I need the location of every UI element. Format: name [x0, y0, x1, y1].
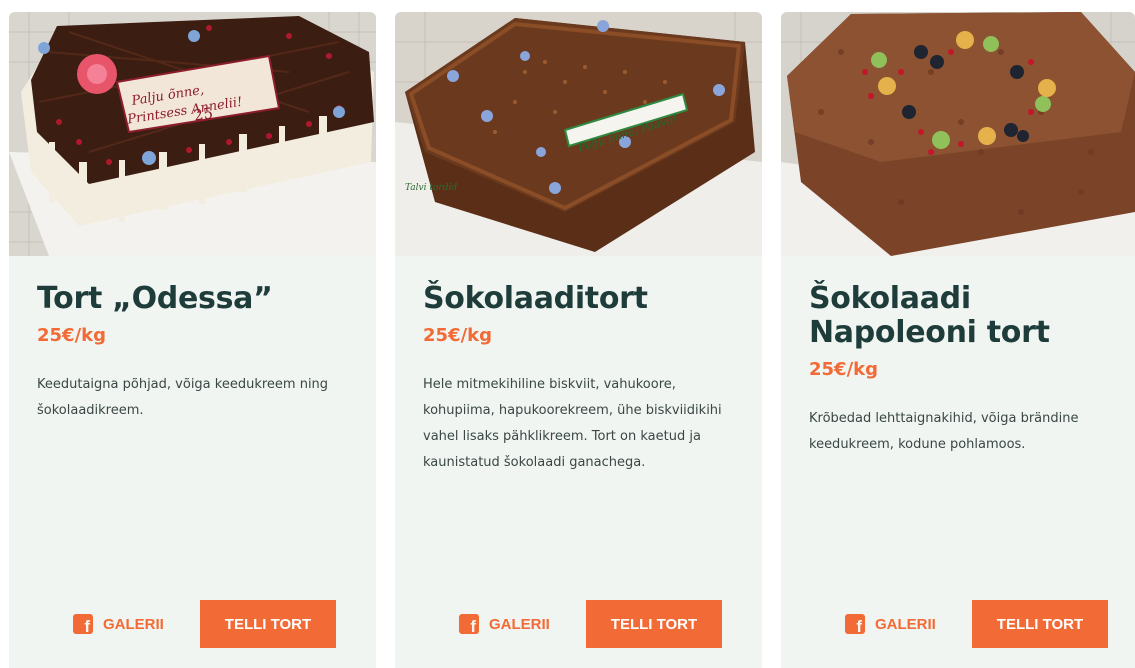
cake-description: Keedutaigna põhjad, võiga keedukreem nin… [37, 377, 329, 418]
cake-title: Šokolaadi Napoleoni tort [809, 281, 1050, 350]
cake-photo: Palju õnne, Paavo! Talvi tordid [395, 12, 762, 256]
cake-photo: Palju õnne, Printsess Annelii! 25 [9, 12, 376, 256]
card-body: Šokolaadi Napoleoni tort 25€/kg Krõbedad… [809, 282, 1115, 458]
card-actions: f GALERII TELLI TORT [781, 600, 1135, 648]
cake-price: 25€/kg [809, 359, 879, 380]
gallery-label: GALERII [103, 615, 164, 633]
cake-card: Palju õnne, Printsess Annelii! 25 Tort „… [9, 12, 376, 668]
order-cake-button[interactable]: TELLI TORT [200, 600, 336, 648]
facebook-icon: f [73, 614, 93, 635]
gallery-link[interactable]: f GALERII [73, 612, 164, 636]
cake-card: Palju õnne, Paavo! Talvi tordid Šokolaad… [395, 12, 762, 668]
card-body: Šokolaaditort 25€/kg Hele mitmekihiline … [423, 282, 742, 476]
order-cake-button[interactable]: TELLI TORT [586, 600, 722, 648]
card-body: Tort „Odessa” 25€/kg Keedutaigna põhjad,… [37, 282, 356, 424]
cake-title: Šokolaaditort [423, 281, 648, 316]
cake-description: Krõbedad lehttaignakihid, võiga brändine… [809, 411, 1079, 452]
cake-price: 25€/kg [37, 325, 107, 346]
cake-card-list: Palju õnne, Printsess Annelii! 25 Tort „… [0, 0, 1135, 668]
facebook-icon: f [845, 614, 865, 635]
photo-watermark: Talvi tordid [405, 183, 457, 193]
cake-photo [781, 12, 1135, 256]
gallery-label: GALERII [489, 615, 550, 633]
photo-cake-text-3: 25 [192, 104, 214, 125]
card-actions: f GALERII TELLI TORT [9, 600, 376, 648]
gallery-label: GALERII [875, 615, 936, 633]
gallery-link[interactable]: f GALERII [845, 612, 936, 636]
gallery-link[interactable]: f GALERII [459, 612, 550, 636]
facebook-icon: f [459, 614, 479, 635]
card-actions: f GALERII TELLI TORT [395, 600, 762, 648]
cake-title: Tort „Odessa” [37, 281, 273, 316]
order-cake-button[interactable]: TELLI TORT [972, 600, 1108, 648]
cake-card: Šokolaadi Napoleoni tort 25€/kg Krõbedad… [781, 12, 1135, 668]
cake-price: 25€/kg [423, 325, 493, 346]
cake-description: Hele mitmekihiline biskviit, vahukoore, … [423, 377, 722, 470]
